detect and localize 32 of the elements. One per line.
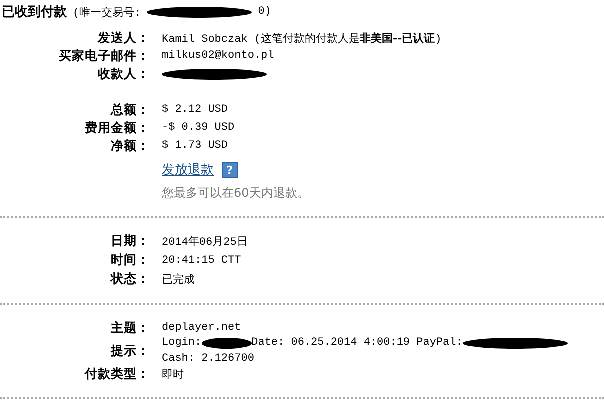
field-label: 买家电子邮件： (58, 48, 150, 64)
refund-link[interactable]: 发放退款 (162, 161, 214, 179)
field-label: 付款类型： (84, 366, 150, 382)
field-value: (唯一交易号: (73, 6, 142, 20)
field-label: 状态： (109, 271, 150, 288)
redaction-mark (202, 338, 252, 348)
field-label: 提示： (110, 342, 150, 360)
page-title: 已收到付款 (2, 4, 67, 21)
field-value: 2014年06月25日 (162, 235, 248, 249)
field-value: $ 1.73 USD (162, 140, 228, 152)
field-value: milkus02@konto.pl (162, 50, 274, 62)
field-value: 即时 (162, 368, 184, 382)
field-label: 费用金额： (84, 120, 150, 136)
field-value: Kamil Sobczak (这笔付款的付款人是非美国--已认证) (162, 30, 442, 46)
field-value: Date: 06.25.2014 4:00:19 PayPal: (252, 337, 463, 349)
field-value: deplayer.net (162, 322, 242, 334)
field-label: 主题： (110, 320, 150, 336)
field-label: 日期： (110, 233, 150, 250)
field-label: 时间： (110, 252, 150, 269)
field-label: 发送人： (96, 30, 150, 46)
field-value: -$ 0.39 USD (162, 122, 235, 134)
field-label: 净额： (110, 138, 150, 154)
field-label: 总额： (110, 102, 150, 118)
field-value: 0) (258, 6, 272, 18)
help-icon[interactable]: ? (222, 162, 238, 178)
field-value: $ 2.12 USD (162, 104, 228, 116)
field-value: 20:41:15 CTT (162, 254, 242, 266)
field-value: Cash: 2.126700 (162, 353, 254, 365)
field-value: Login: (162, 337, 202, 349)
refund-note: 您最多可以在60天内退款。 (162, 185, 310, 202)
field-value: 已完成 (162, 272, 195, 287)
field-label: 收款人： (97, 66, 150, 82)
